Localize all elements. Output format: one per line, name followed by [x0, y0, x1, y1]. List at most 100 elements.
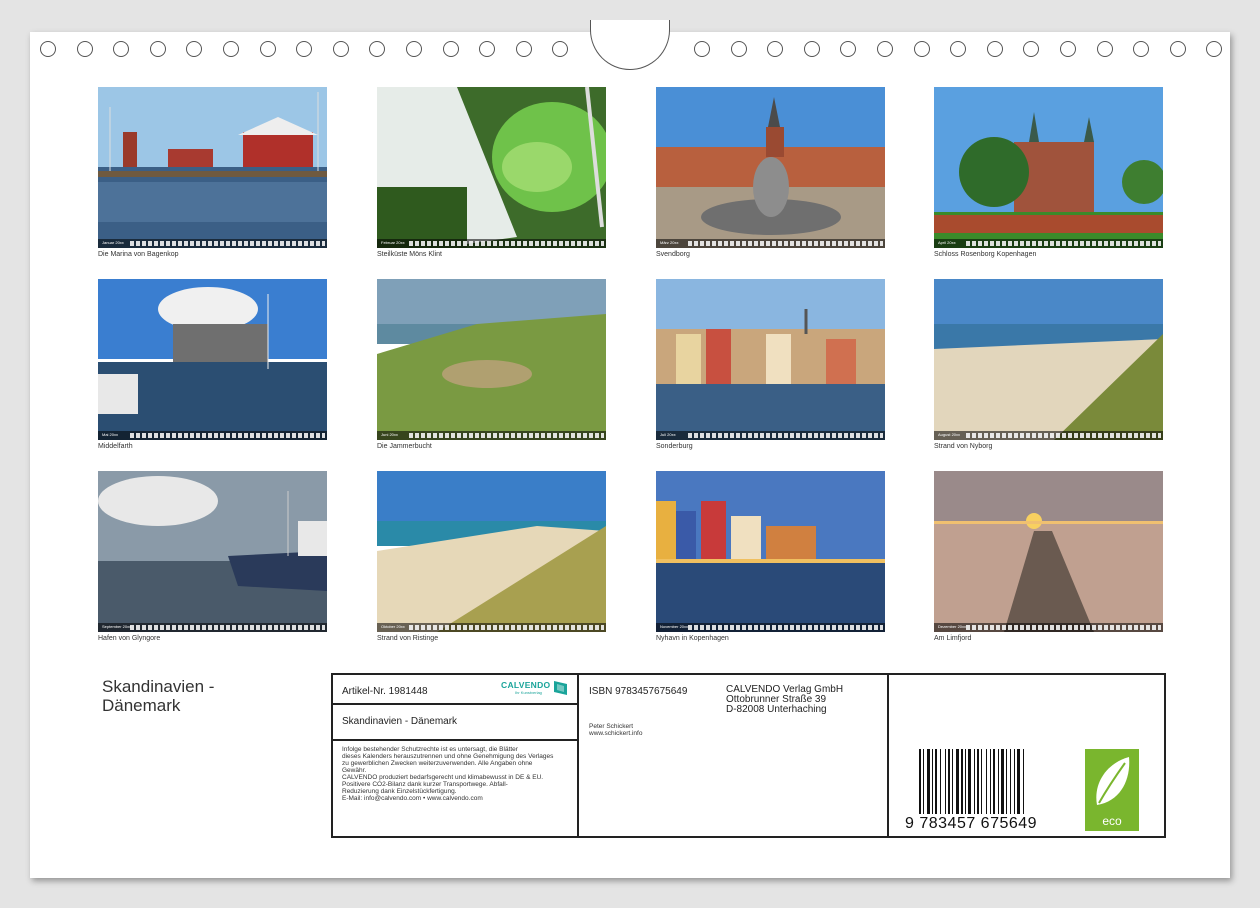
photo-moens-klint: Februar 20xx: [377, 87, 606, 248]
product-title: Skandinavien - Dänemark: [342, 716, 458, 727]
month-label: Dezember 20xx: [938, 624, 967, 629]
town-square-photo: [656, 87, 885, 248]
binding-hole: [913, 41, 930, 57]
binding-hole: [296, 41, 313, 57]
month-label: Mai 20xx: [102, 432, 119, 437]
info-column-left: Artikel-Nr. 1981448 CALVENDO Ihr Kunstve…: [333, 675, 579, 836]
binding-hole: [986, 41, 1003, 57]
binding-hole: [950, 41, 967, 57]
binding-hole: [515, 41, 532, 57]
legal-line: Infolge bestehender Schutzrechte ist es …: [342, 746, 518, 753]
legal-line: dieses Kalenders herauszutrennen und ohn…: [342, 753, 554, 760]
legal-line: Gewähr.: [342, 767, 367, 774]
sunset-pier-photo: [934, 471, 1163, 632]
cliff-photo: [377, 87, 606, 248]
legal-line: E-Mail: info@calvendo.com • www.calvendo…: [342, 795, 483, 802]
photo-caption: Steilküste Möns Klint: [377, 251, 442, 258]
article-number: Artikel-Nr. 1981448: [342, 686, 428, 697]
month-label: Februar 20xx: [381, 240, 405, 245]
month-label: Juli 20xx: [660, 432, 676, 437]
author-website: www.schickert.info: [589, 730, 643, 737]
photo-strand-ristinge: Oktober 20xx: [377, 471, 606, 632]
photo-rosenborg: April 20xx: [934, 87, 1163, 248]
article-row: Artikel-Nr. 1981448 CALVENDO Ihr Kunstve…: [333, 675, 577, 705]
photo-middelfarth: Mai 20xx: [98, 279, 327, 440]
eco-badge: eco: [1085, 749, 1139, 831]
month-label: September 20xx: [102, 624, 132, 629]
photo-caption: Strand von Ristinge: [377, 635, 439, 642]
binding-hole: [442, 41, 459, 57]
binding-hole: [1133, 41, 1150, 57]
binding-hole: [877, 41, 893, 57]
harbor-houses-photo: [656, 279, 885, 440]
binding-hole: [1206, 41, 1223, 57]
legal-line: Positivere CO2-Bilanz dank kurzer Transp…: [342, 781, 508, 788]
binding-hole: [369, 41, 386, 57]
month-label: Oktober 20xx: [381, 624, 405, 629]
author-name: Peter Schickert: [589, 723, 634, 730]
photo-caption: Schloss Rosenborg Kopenhagen: [934, 251, 1037, 258]
eco-label: eco: [1102, 814, 1122, 828]
photo-caption: Svendborg: [656, 251, 690, 258]
month-label: April 20xx: [938, 240, 956, 245]
binding-hole: [332, 41, 349, 57]
publisher-address: CALVENDO Verlag GmbH Ottobrunner Straße …: [726, 685, 843, 715]
calvendo-logo-subtitle: Ihr Kunstverlag: [515, 690, 542, 695]
month-label: März 20xx: [660, 240, 679, 245]
photo-limfjord: Dezember 20xx: [934, 471, 1163, 632]
binding-hole: [1060, 41, 1076, 57]
calvendo-logo-text: CALVENDO: [501, 680, 551, 690]
dunes-photo: [377, 279, 606, 440]
legal-line: CALVENDO produziert bedarfsgerecht und k…: [342, 774, 544, 781]
photo-sonderburg: Juli 20xx: [656, 279, 885, 440]
title-line-1: Skandinavien -: [102, 677, 215, 696]
photo-caption: Sonderburg: [656, 443, 693, 450]
isbn: ISBN 9783457675649: [589, 686, 688, 697]
photo-caption: Am Limfjord: [934, 635, 972, 642]
binding-hole: [223, 41, 239, 57]
product-info-box: Artikel-Nr. 1981448 CALVENDO Ihr Kunstve…: [331, 673, 1166, 838]
info-column-middle: ISBN 9783457675649 CALVENDO Verlag GmbH …: [579, 675, 889, 836]
title-line-2: Dänemark: [102, 696, 181, 715]
photo-strand-nyborg: August 20xx: [934, 279, 1163, 440]
photo-nyhavn: November 20xx: [656, 471, 885, 632]
ean-number: 9 783457 675649: [905, 815, 1038, 832]
fishing-boats-photo: [98, 471, 327, 632]
binding-hole: [552, 41, 569, 57]
photo-svendborg: März 20xx: [656, 87, 885, 248]
binding-hole: [803, 41, 820, 57]
photo-caption: Middelfarth: [98, 443, 133, 450]
binding-hole: [149, 41, 166, 57]
product-title-row: Skandinavien - Dänemark: [333, 705, 577, 741]
binding-hole: [479, 41, 496, 57]
binding-hole: [1169, 41, 1186, 57]
binding-hole: [76, 41, 93, 57]
binding-hole: [113, 41, 130, 57]
photo-glyngore: September 20xx: [98, 471, 327, 632]
calvendo-logo-icon: [554, 681, 567, 695]
dune-beach-photo: [377, 471, 606, 632]
month-label: Juni 20xx: [381, 432, 398, 437]
binding-hole: [1023, 41, 1040, 57]
photo-caption: Die Marina von Bagenkop: [98, 251, 179, 258]
binding-hole: [840, 41, 857, 57]
binding-hole: [259, 41, 276, 57]
photo-caption: Strand von Nyborg: [934, 443, 993, 450]
month-label: November 20xx: [660, 624, 689, 629]
month-label: August 20xx: [938, 432, 961, 437]
binding-hole: [1096, 41, 1113, 57]
photo-jammerbucht: Juni 20xx: [377, 279, 606, 440]
binding-hole: [40, 41, 56, 57]
canal-houses-photo: [656, 471, 885, 632]
beach-photo: [934, 279, 1163, 440]
legal-line: Reduzierung dank Einzelstückfertigung.: [342, 788, 457, 795]
binding-hole: [767, 41, 784, 57]
legal-line: zu gewerblichen Zwecken weiterzuverwende…: [342, 760, 533, 767]
binding-hole: [730, 41, 747, 57]
binding-hole: [694, 41, 710, 57]
calendar-title: Skandinavien - Dänemark: [102, 677, 214, 715]
photo-caption: Nyhavn in Kopenhagen: [656, 635, 729, 642]
harbor-photo: [98, 87, 327, 248]
marina-photo: [98, 279, 327, 440]
binding-hole: [186, 41, 203, 57]
